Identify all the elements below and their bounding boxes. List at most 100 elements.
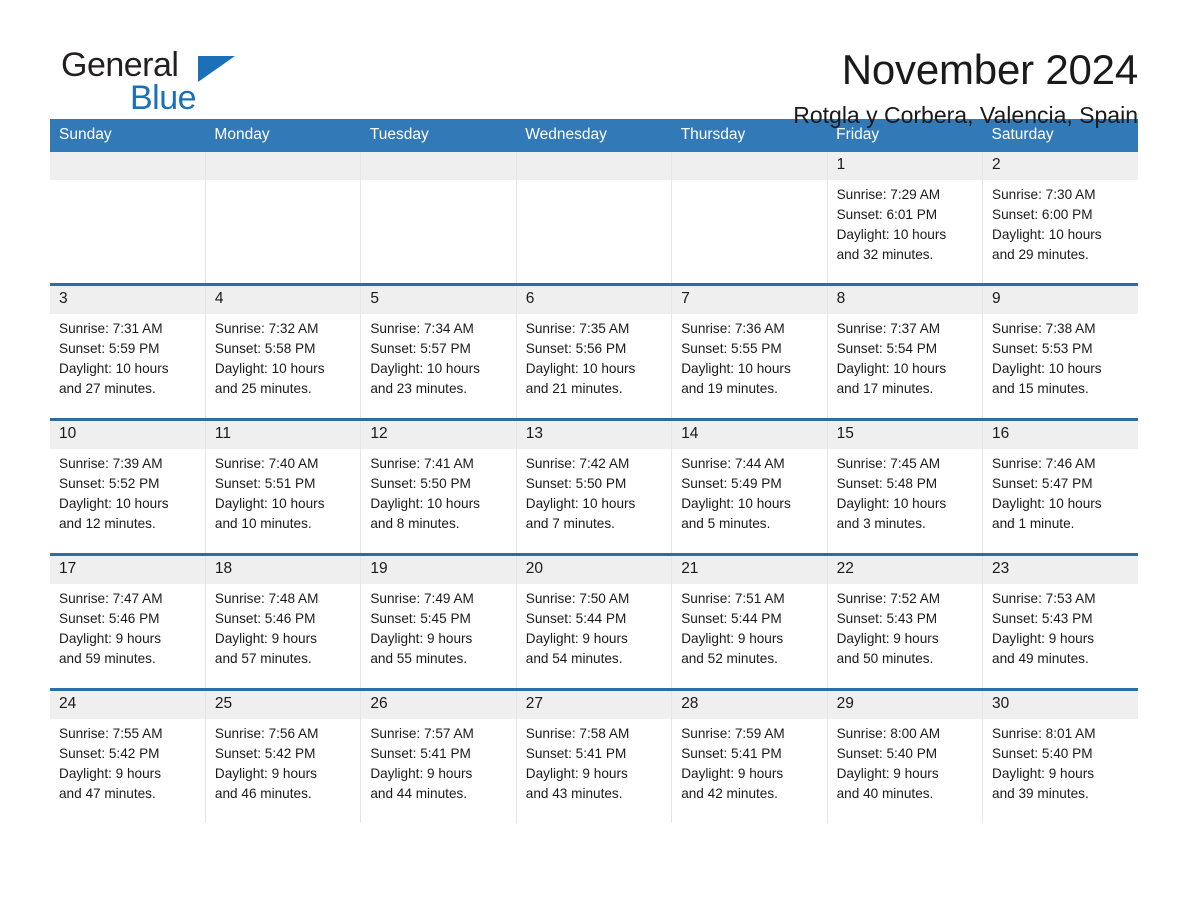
calendar-day-cell[interactable]: 26 Sunrise: 7:57 AM Sunset: 5:41 PM Dayligh… <box>360 688 517 823</box>
sunrise-time: Sunrise: 7:59 AM <box>681 726 785 741</box>
day-details: Sunrise: 7:41 AM Sunset: 5:50 PM Daylight:… <box>361 449 515 534</box>
sunrise-time: Sunrise: 7:50 AM <box>525 591 630 606</box>
calendar-day-cell[interactable]: 13 Sunrise: 7:42 AM Sunset: 5:50 PM Dayligh… <box>516 418 673 555</box>
day-number: 20 <box>516 556 672 584</box>
sunrise-time: Sunrise: 7:40 AM <box>214 456 319 471</box>
logo-text-general: General <box>61 46 179 84</box>
day-number <box>672 152 827 180</box>
calendar-page: General Blue November 2024 Rotgla y Corb… <box>0 0 1188 918</box>
sunset-time: Sunset: 5:53 PM <box>992 341 1093 356</box>
day-number: 16 <box>983 421 1138 449</box>
calendar-day-cell[interactable]: 28 Sunrise: 7:59 AM Sunset: 5:41 PM Dayligh… <box>671 688 828 823</box>
calendar-day-cell[interactable]: 10 Sunrise: 7:39 AM Sunset: 5:52 PM Dayligh… <box>50 418 206 555</box>
day-number: 8 <box>827 286 983 314</box>
sunset-time: Sunset: 5:41 PM <box>370 746 471 761</box>
page-subtitle-location: Rotgla y Corbera, Valencia, Spain <box>793 102 1138 129</box>
calendar-day-cell[interactable]: 29 Sunrise: 8:00 AM Sunset: 5:40 PM Dayligh… <box>827 688 984 823</box>
calendar-day-cell[interactable]: 14 Sunrise: 7:44 AM Sunset: 5:49 PM Dayligh… <box>671 418 828 555</box>
daylight-duration-line1: Daylight: 9 hours <box>59 766 162 781</box>
daylight-duration-line1: Daylight: 10 hours <box>214 361 325 376</box>
calendar-day-cell[interactable]: 5 Sunrise: 7:34 AM Sunset: 5:57 PM Daylight… <box>360 283 517 420</box>
sunset-time: Sunset: 5:47 PM <box>992 476 1093 491</box>
sunset-time: Sunset: 5:49 PM <box>681 476 782 491</box>
day-details: Sunrise: 7:37 AM Sunset: 5:54 PM Daylight:… <box>828 314 982 399</box>
calendar-day-cell[interactable]: 1 Sunrise: 7:29 AM Sunset: 6:01 PM Daylight… <box>827 152 984 285</box>
calendar-day-cell[interactable]: 15 Sunrise: 7:45 AM Sunset: 5:48 PM Dayligh… <box>827 418 984 555</box>
day-details: Sunrise: 7:32 AM Sunset: 5:58 PM Daylight:… <box>206 314 360 399</box>
daylight-duration-line2: and 32 minutes. <box>836 247 934 262</box>
calendar-day-cell[interactable]: 11 Sunrise: 7:40 AM Sunset: 5:51 PM Dayligh… <box>205 418 362 555</box>
daylight-duration-line2: and 39 minutes. <box>992 786 1089 801</box>
calendar-day-cell[interactable]: 21 Sunrise: 7:51 AM Sunset: 5:44 PM Dayligh… <box>671 553 828 690</box>
calendar-day-cell[interactable]: 23 Sunrise: 7:53 AM Sunset: 5:43 PM Dayligh… <box>982 553 1138 690</box>
day-number: 5 <box>361 286 516 314</box>
sunrise-time: Sunrise: 7:37 AM <box>836 321 941 336</box>
day-details: Sunrise: 7:55 AM Sunset: 5:42 PM Daylight:… <box>50 719 205 804</box>
sunset-time: Sunset: 5:59 PM <box>59 341 160 356</box>
day-number <box>205 152 361 180</box>
calendar-day-cell[interactable]: 8 Sunrise: 7:37 AM Sunset: 5:54 PM Daylight… <box>827 283 984 420</box>
day-details: Sunrise: 7:46 AM Sunset: 5:47 PM Daylight:… <box>983 449 1138 534</box>
calendar-day-cell[interactable]: 19 Sunrise: 7:49 AM Sunset: 5:45 PM Dayligh… <box>360 553 517 690</box>
day-details: Sunrise: 7:38 AM Sunset: 5:53 PM Daylight:… <box>983 314 1138 399</box>
day-details: Sunrise: 7:58 AM Sunset: 5:41 PM Daylight:… <box>517 719 671 804</box>
daylight-duration-line2: and 3 minutes. <box>836 516 926 531</box>
daylight-duration-line2: and 49 minutes. <box>992 651 1089 666</box>
day-details: Sunrise: 7:34 AM Sunset: 5:57 PM Daylight:… <box>361 314 515 399</box>
calendar-day-cell[interactable]: 4 Sunrise: 7:32 AM Sunset: 5:58 PM Daylight… <box>205 283 362 420</box>
sunset-time: Sunset: 5:43 PM <box>992 611 1093 626</box>
daylight-duration-line1: Daylight: 10 hours <box>836 496 947 511</box>
daylight-duration-line1: Daylight: 9 hours <box>681 766 784 781</box>
day-number <box>516 152 672 180</box>
calendar-day-cell[interactable]: 17 Sunrise: 7:47 AM Sunset: 5:46 PM Dayligh… <box>50 553 206 690</box>
sunset-time: Sunset: 5:41 PM <box>681 746 782 761</box>
sunrise-time: Sunrise: 7:41 AM <box>370 456 474 471</box>
calendar-day-cell[interactable]: 16 Sunrise: 7:46 AM Sunset: 5:47 PM Dayligh… <box>982 418 1138 555</box>
daylight-duration-line2: and 57 minutes. <box>214 651 312 666</box>
daylight-duration-line2: and 17 minutes. <box>836 381 934 396</box>
page-title: November 2024 <box>841 46 1138 93</box>
daylight-duration-line1: Daylight: 9 hours <box>836 631 939 646</box>
daylight-duration-line2: and 25 minutes. <box>214 381 312 396</box>
calendar-day-cell[interactable]: 20 Sunrise: 7:50 AM Sunset: 5:44 PM Dayligh… <box>516 553 673 690</box>
calendar-day-cell[interactable]: 6 Sunrise: 7:35 AM Sunset: 5:56 PM Daylight… <box>516 283 673 420</box>
day-number <box>50 152 205 180</box>
calendar-week-row: 17 Sunrise: 7:47 AM Sunset: 5:46 PM Dayligh… <box>50 553 1138 690</box>
calendar-day-cell[interactable]: 7 Sunrise: 7:36 AM Sunset: 5:55 PM Daylight… <box>671 283 828 420</box>
calendar-day-cell[interactable]: 3 Sunrise: 7:31 AM Sunset: 5:59 PM Daylight… <box>50 283 206 420</box>
sunset-time: Sunset: 5:48 PM <box>836 476 938 491</box>
sunrise-time: Sunrise: 7:51 AM <box>681 591 785 606</box>
calendar-day-cell[interactable]: 27 Sunrise: 7:58 AM Sunset: 5:41 PM Dayligh… <box>516 688 673 823</box>
daylight-duration-line1: Daylight: 9 hours <box>992 766 1095 781</box>
sunset-time: Sunset: 5:43 PM <box>836 611 938 626</box>
calendar-day-cell[interactable]: 12 Sunrise: 7:41 AM Sunset: 5:50 PM Dayligh… <box>360 418 517 555</box>
calendar-day-cell[interactable]: 25 Sunrise: 7:56 AM Sunset: 5:42 PM Dayligh… <box>205 688 362 823</box>
day-details: Sunrise: 8:01 AM Sunset: 5:40 PM Daylight:… <box>983 719 1138 804</box>
sunrise-time: Sunrise: 7:30 AM <box>992 187 1096 202</box>
day-number: 19 <box>361 556 516 584</box>
calendar-day-cell[interactable]: 30 Sunrise: 8:01 AM Sunset: 5:40 PM Dayligh… <box>982 688 1138 823</box>
sunrise-time: Sunrise: 7:39 AM <box>59 456 163 471</box>
day-number: 18 <box>205 556 361 584</box>
calendar-day-cell-empty <box>360 152 517 285</box>
calendar-day-cell[interactable]: 18 Sunrise: 7:48 AM Sunset: 5:46 PM Dayligh… <box>205 553 362 690</box>
calendar-day-cell[interactable]: 2 Sunrise: 7:30 AM Sunset: 6:00 PM Daylight… <box>982 152 1138 285</box>
sunset-time: Sunset: 5:46 PM <box>59 611 160 626</box>
calendar-day-cell[interactable]: 24 Sunrise: 7:55 AM Sunset: 5:42 PM Dayligh… <box>50 688 206 823</box>
calendar-day-cell-empty <box>50 152 206 285</box>
calendar-week-row: 1 Sunrise: 7:29 AM Sunset: 6:01 PM Daylight… <box>50 152 1138 285</box>
sunset-time: Sunset: 5:56 PM <box>525 341 627 356</box>
day-details: Sunrise: 7:53 AM Sunset: 5:43 PM Daylight:… <box>983 584 1138 669</box>
day-number: 13 <box>516 421 672 449</box>
daylight-duration-line2: and 46 minutes. <box>214 786 312 801</box>
day-number: 24 <box>50 691 205 719</box>
calendar-day-cell[interactable]: 22 Sunrise: 7:52 AM Sunset: 5:43 PM Dayligh… <box>827 553 984 690</box>
calendar-day-cell[interactable]: 9 Sunrise: 7:38 AM Sunset: 5:53 PM Daylight… <box>982 283 1138 420</box>
daylight-duration-line1: Daylight: 10 hours <box>59 361 169 376</box>
daylight-duration-line2: and 10 minutes. <box>214 516 312 531</box>
generalblue-logo[interactable]: General Blue <box>50 48 250 118</box>
sunset-time: Sunset: 5:45 PM <box>370 611 471 626</box>
sunset-time: Sunset: 5:58 PM <box>214 341 316 356</box>
sunrise-time: Sunrise: 7:32 AM <box>214 321 319 336</box>
calendar-week-row: 3 Sunrise: 7:31 AM Sunset: 5:59 PM Daylight… <box>50 283 1138 420</box>
